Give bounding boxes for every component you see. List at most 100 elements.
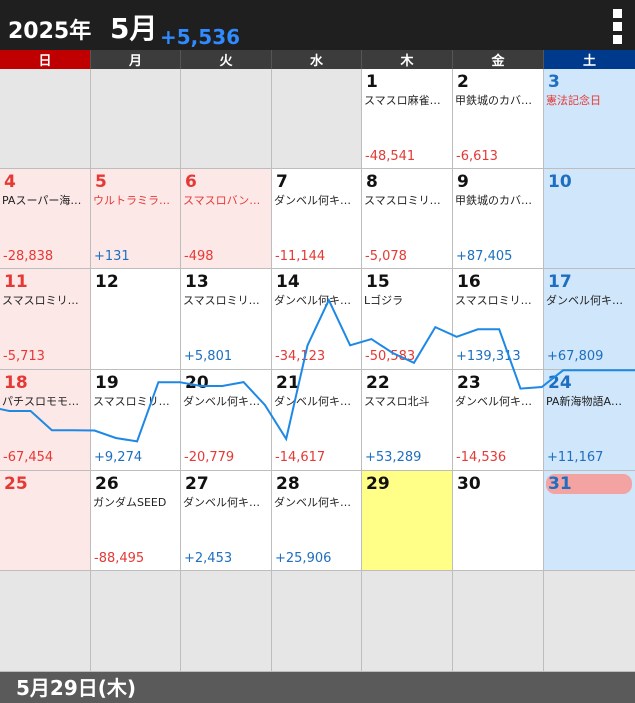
empty-cell (453, 571, 544, 672)
day-entry-label: PAスーパー海… (2, 194, 82, 207)
day-balance: +11,167 (547, 450, 604, 465)
day-balance: +67,809 (547, 349, 604, 364)
day-cell-23[interactable]: 23 ダンベル何キ… -14,536 (453, 370, 544, 471)
day-balance: -5,078 (365, 249, 407, 264)
day-number: 19 (95, 373, 119, 393)
year-label[interactable]: 2025年 (8, 19, 91, 45)
day-number: 20 (185, 373, 209, 393)
day-balance: +87,405 (456, 249, 513, 264)
day-balance: +131 (94, 249, 130, 264)
day-balance: -11,144 (275, 249, 326, 264)
day-cell-17[interactable]: 17 ダンベル何キ… +67,809 (544, 269, 635, 370)
day-cell-29[interactable]: 29 (362, 471, 453, 571)
day-cell-18[interactable]: 18 パチスロモモ… -67,454 (0, 370, 91, 471)
day-balance: +9,274 (94, 450, 143, 465)
day-cell-14[interactable]: 14 ダンベル何キ… -34,123 (272, 269, 362, 370)
selected-date-label: 5月29日(木) (16, 676, 137, 700)
empty-cell (91, 69, 181, 169)
day-cell-13[interactable]: 13 スマスロミリ… +5,801 (181, 269, 272, 370)
day-cell-6[interactable]: 6 スマスロバン… -498 (181, 169, 272, 269)
day-number: 4 (4, 172, 16, 192)
day-entry-label: Lゴジラ (364, 294, 404, 307)
day-cell-19[interactable]: 19 スマスロミリ… +9,274 (91, 370, 181, 471)
more-vert-icon[interactable] (611, 7, 625, 47)
day-entry-label: 憲法記念日 (546, 94, 601, 107)
day-entry-label: スマスロミリ… (455, 294, 532, 307)
day-cell-22[interactable]: 22 スマスロ北斗 +53,289 (362, 370, 453, 471)
day-number: 28 (276, 474, 300, 494)
day-cell-1[interactable]: 1 スマスロ麻雀… -48,541 (362, 69, 453, 169)
empty-cell (362, 571, 453, 672)
day-balance: -5,713 (3, 349, 45, 364)
day-number: 15 (366, 272, 390, 292)
bottom-bar: 5月29日(木) (0, 672, 635, 703)
day-balance: -88,495 (94, 551, 145, 566)
day-cell-25[interactable]: 25 (0, 471, 91, 571)
day-cell-24[interactable]: 24 PA新海物語A… +11,167 (544, 370, 635, 471)
day-number: 17 (548, 272, 572, 292)
day-number: 30 (457, 474, 481, 494)
day-balance: -6,613 (456, 149, 498, 164)
weekday-header: 日月火水木金土 (0, 50, 635, 69)
day-cell-3[interactable]: 3 憲法記念日 (544, 69, 635, 169)
day-number: 6 (185, 172, 197, 192)
day-number: 22 (366, 373, 390, 393)
day-cell-28[interactable]: 28 ダンベル何キ… +25,906 (272, 471, 362, 571)
day-entry-label: スマスロミリ… (183, 294, 260, 307)
day-balance: -28,838 (3, 249, 54, 264)
day-balance: -14,536 (456, 450, 507, 465)
day-number: 18 (4, 373, 28, 393)
day-cell-30[interactable]: 30 (453, 471, 544, 571)
day-cell-8[interactable]: 8 スマスロミリ… -5,078 (362, 169, 453, 269)
day-entry-label: ウルトラミラ… (93, 194, 170, 207)
day-balance: -498 (184, 249, 214, 264)
day-number: 24 (548, 373, 572, 393)
day-cell-10[interactable]: 10 (544, 169, 635, 269)
day-cell-2[interactable]: 2 甲鉄城のカバ… -6,613 (453, 69, 544, 169)
day-entry-label: パチスロモモ… (2, 395, 79, 408)
day-entry-label: スマスロ北斗 (364, 395, 430, 408)
day-entry-label: 甲鉄城のカバ… (455, 194, 532, 207)
day-cell-5[interactable]: 5 ウルトラミラ… +131 (91, 169, 181, 269)
day-cell-7[interactable]: 7 ダンベル何キ… -11,144 (272, 169, 362, 269)
day-cell-15[interactable]: 15 Lゴジラ -50,583 (362, 269, 453, 370)
day-entry-label: ガンダムSEED (93, 496, 167, 509)
day-entry-label: ダンベル何キ… (274, 294, 351, 307)
day-cell-20[interactable]: 20 ダンベル何キ… -20,779 (181, 370, 272, 471)
day-cell-11[interactable]: 11 スマスロミリ… -5,713 (0, 269, 91, 370)
day-entry-label: ダンベル何キ… (183, 496, 260, 509)
day-entry-label: スマスロミリ… (2, 294, 79, 307)
day-cell-26[interactable]: 26 ガンダムSEED -88,495 (91, 471, 181, 571)
day-entry-label: ダンベル何キ… (546, 294, 623, 307)
day-balance: +53,289 (365, 450, 422, 465)
weekday-0: 日 (0, 50, 91, 69)
day-balance: -50,583 (365, 349, 416, 364)
empty-cell (91, 571, 181, 672)
day-entry-label: スマスロ麻雀… (364, 94, 441, 107)
day-cell-21[interactable]: 21 ダンベル何キ… -14,617 (272, 370, 362, 471)
top-bar: 2025年 5月 +5,536 (0, 0, 635, 50)
day-balance: -67,454 (3, 450, 54, 465)
day-number: 10 (548, 172, 572, 192)
weekday-5: 金 (453, 50, 544, 69)
day-number: 16 (457, 272, 481, 292)
empty-cell (544, 571, 635, 672)
month-label[interactable]: 5月 (110, 12, 157, 46)
day-number: 5 (95, 172, 107, 192)
day-entry-label: ダンベル何キ… (183, 395, 260, 408)
day-entry-label: ダンベル何キ… (455, 395, 532, 408)
day-cell-12[interactable]: 12 (91, 269, 181, 370)
day-cell-31[interactable]: 31 (544, 471, 635, 571)
weekday-4: 木 (362, 50, 453, 69)
day-balance: -34,123 (275, 349, 326, 364)
day-entry-label: 甲鉄城のカバ… (455, 94, 532, 107)
day-balance: +25,906 (275, 551, 332, 566)
day-cell-4[interactable]: 4 PAスーパー海… -28,838 (0, 169, 91, 269)
day-number: 14 (276, 272, 300, 292)
day-entry-label: PA新海物語A… (546, 395, 622, 408)
day-balance: -14,617 (275, 450, 326, 465)
day-entry-label: ダンベル何キ… (274, 496, 351, 509)
day-cell-27[interactable]: 27 ダンベル何キ… +2,453 (181, 471, 272, 571)
day-cell-9[interactable]: 9 甲鉄城のカバ… +87,405 (453, 169, 544, 269)
day-cell-16[interactable]: 16 スマスロミリ… +139,313 (453, 269, 544, 370)
